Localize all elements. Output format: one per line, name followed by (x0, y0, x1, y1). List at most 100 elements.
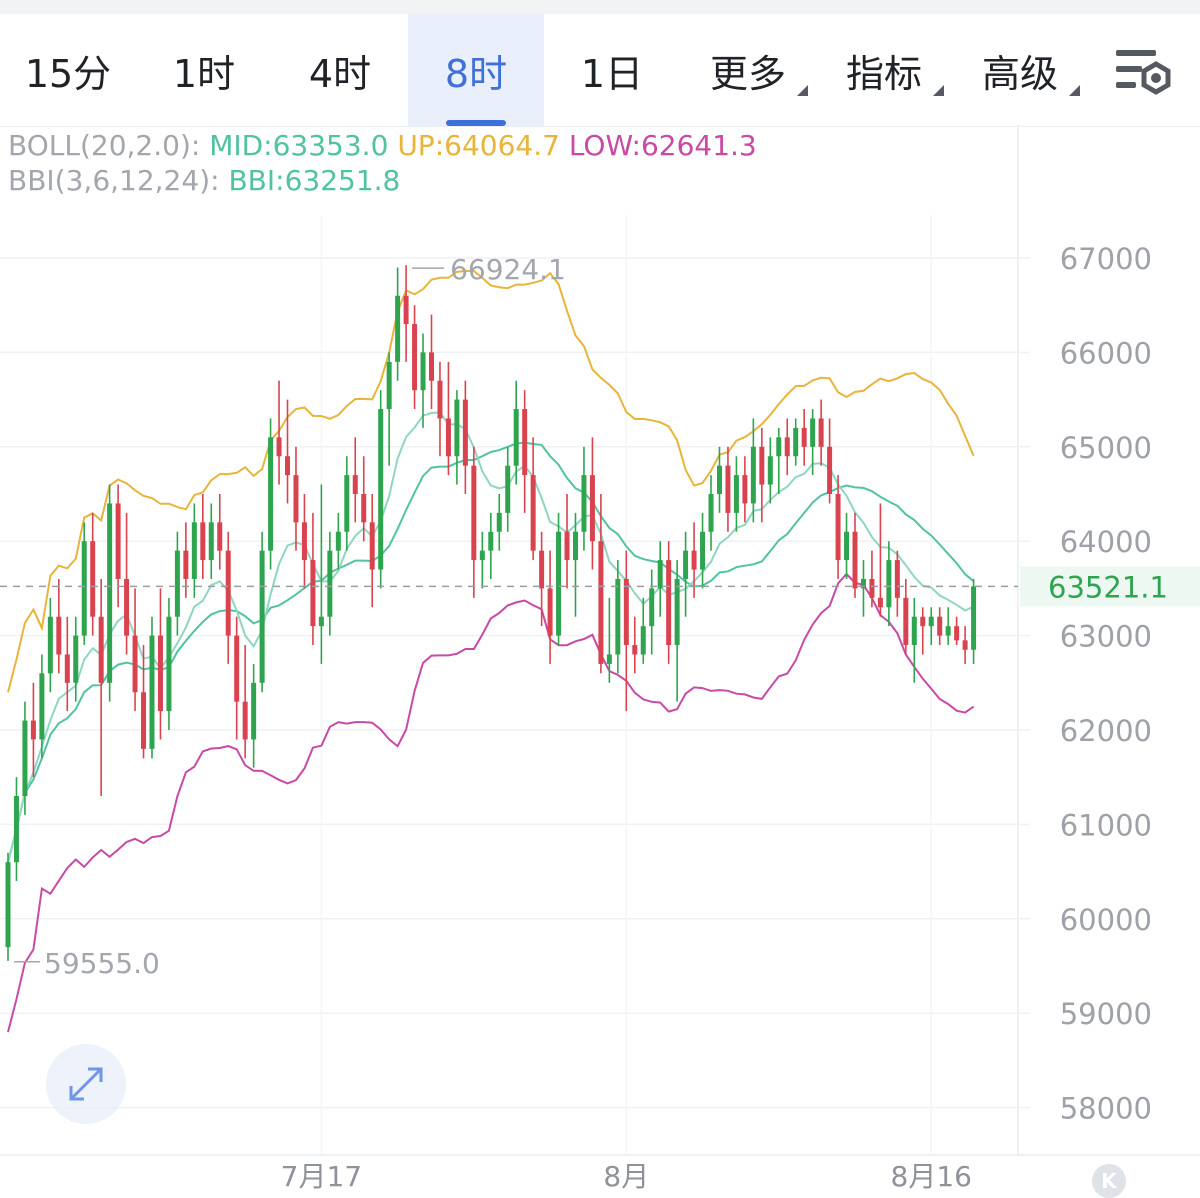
candle (496, 494, 502, 551)
candle-body (886, 560, 892, 608)
candle-body (877, 597, 883, 608)
candle-body (174, 550, 180, 617)
candle-body (903, 597, 909, 646)
candle-body (547, 588, 553, 636)
candle (259, 531, 265, 693)
candle (318, 484, 324, 664)
candle-body (22, 720, 28, 797)
candle (200, 494, 206, 579)
candle (115, 484, 121, 608)
candle (589, 437, 595, 570)
candle-body (285, 456, 291, 476)
candle-body (666, 560, 672, 646)
candle-body (47, 616, 53, 674)
candle (920, 607, 926, 655)
candle-body (920, 616, 926, 627)
candle-body (700, 531, 706, 570)
candle-body (30, 720, 36, 740)
candle (56, 578, 62, 674)
candle (928, 607, 934, 646)
candle-body (572, 531, 578, 561)
candle-body (115, 503, 121, 579)
candle-body (335, 531, 341, 551)
candle (877, 503, 883, 617)
candle-body (293, 475, 299, 523)
candle-body (56, 616, 62, 655)
candle-body (217, 522, 223, 551)
candle-body (73, 635, 79, 683)
y-tick-label: 64000 (1060, 525, 1152, 559)
candle (141, 645, 147, 759)
candle-body (691, 550, 697, 570)
candle (30, 682, 36, 778)
expand-chart-button[interactable] (46, 1044, 126, 1124)
high-marker-label: 66924.1 (450, 253, 566, 286)
candle-body (793, 427, 799, 457)
candle-body (810, 418, 816, 447)
candle-body (361, 494, 367, 523)
candle (530, 437, 536, 561)
candle (454, 390, 460, 485)
candle-body (844, 531, 850, 561)
candle-body (852, 531, 858, 589)
candle-body (445, 418, 451, 457)
candle (310, 512, 316, 646)
candle-body (242, 701, 248, 740)
candle (886, 541, 892, 627)
candle-body (318, 616, 324, 627)
candle (124, 512, 130, 655)
candle (962, 626, 968, 664)
candle-body (225, 550, 231, 636)
candle (513, 380, 519, 485)
candle-body (556, 531, 562, 636)
candle (700, 512, 706, 589)
candle-body (268, 437, 274, 551)
candle-body (733, 475, 739, 513)
candle-body (505, 465, 511, 513)
candle (776, 427, 782, 494)
candle-body (869, 578, 875, 598)
candle-body (801, 427, 807, 447)
candle-body (606, 654, 612, 664)
candle-body (395, 295, 401, 362)
candle-body (776, 437, 782, 457)
candle (327, 531, 333, 636)
candle-body (945, 626, 951, 636)
candle (733, 456, 739, 532)
candle (437, 361, 443, 457)
kline-mode-button[interactable]: K (1092, 1164, 1126, 1198)
candle (488, 512, 494, 579)
candle-body (827, 446, 833, 494)
y-tick-label: 66000 (1060, 336, 1152, 370)
y-tick-label: 67000 (1060, 242, 1152, 276)
candle (157, 588, 163, 740)
candle (657, 541, 663, 617)
candle-body (818, 418, 824, 447)
candle-body (962, 640, 968, 650)
candle (5, 852, 11, 961)
candle-body (971, 586, 977, 650)
candle (98, 578, 104, 797)
candle-body (928, 616, 934, 627)
candle (191, 503, 197, 598)
candle-body (640, 626, 646, 655)
candle-body (598, 541, 604, 664)
candle-body (725, 465, 731, 513)
candle-body (462, 399, 468, 466)
candle (479, 531, 485, 589)
candle-body (539, 550, 545, 589)
candle-body (954, 626, 960, 641)
candlestick-chart[interactable]: 58000 59000 60000 61000 62000 63000 64000 65000… (0, 0, 1200, 1197)
candle-body (378, 409, 384, 570)
candle-body (496, 512, 502, 532)
candle (606, 597, 612, 683)
candle (971, 578, 977, 664)
candle-body (191, 522, 197, 579)
candle (598, 494, 604, 674)
candle-body (166, 616, 172, 712)
candle (784, 418, 790, 476)
candle-body (259, 550, 265, 683)
candle-body (581, 475, 587, 532)
candle (725, 446, 731, 532)
candle-body (623, 578, 629, 646)
